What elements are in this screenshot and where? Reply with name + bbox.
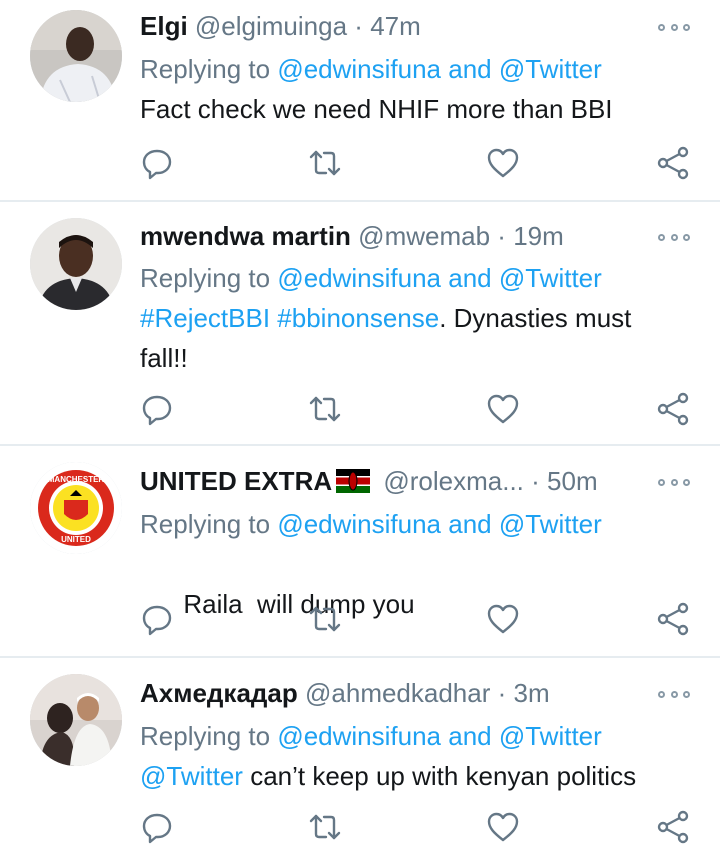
share-icon[interactable] bbox=[656, 602, 690, 636]
tweet-1[interactable]: Elgi @elgimuinga · 47m Replying to @edwi… bbox=[0, 0, 720, 200]
tweet-text: Fact check we need NHIF more than BBI bbox=[140, 89, 680, 129]
retweet-icon[interactable] bbox=[308, 602, 342, 636]
avatar-photo-icon bbox=[30, 218, 122, 310]
tweet-text: @Twitter can’t keep up with kenyan polit… bbox=[140, 756, 680, 796]
replies-feed: Elgi @elgimuinga · 47m Replying to @edwi… bbox=[0, 0, 720, 848]
reply-icon[interactable] bbox=[140, 392, 174, 426]
tweet-text-content: can’t keep up with kenyan politics bbox=[242, 761, 637, 791]
like-icon[interactable] bbox=[486, 602, 520, 636]
like-icon[interactable] bbox=[486, 810, 520, 844]
share-icon[interactable] bbox=[656, 392, 690, 426]
replying-to: Replying to @edwinsifuna and @Twitter bbox=[140, 258, 700, 298]
tweet-actions bbox=[140, 146, 700, 182]
share-icon[interactable] bbox=[656, 146, 690, 180]
replying-to-label: Replying to bbox=[140, 509, 278, 539]
kenya-flag-icon bbox=[336, 467, 371, 498]
timestamp[interactable]: 50m bbox=[547, 466, 598, 496]
tweet-3[interactable]: MANCHESTER UNITED UNITED EXTRA @rolexma.… bbox=[0, 446, 720, 656]
like-icon[interactable] bbox=[486, 146, 520, 180]
user-handle[interactable]: @rolexma... bbox=[383, 466, 524, 496]
more-icon[interactable] bbox=[658, 230, 690, 244]
replying-to: Replying to @edwinsifuna and @Twitter bbox=[140, 716, 700, 756]
replying-to-links[interactable]: @edwinsifuna and @Twitter bbox=[277, 721, 602, 751]
tweet-4[interactable]: Ахмедкадар @ahmedkadhar · 3m Replying to… bbox=[0, 658, 720, 848]
reply-icon[interactable] bbox=[140, 146, 174, 180]
replying-to-links[interactable]: @edwinsifuna and @Twitter bbox=[277, 263, 602, 293]
display-name[interactable]: Ахмедкадар bbox=[140, 678, 298, 708]
manchester-united-crest-icon: MANCHESTER UNITED bbox=[30, 462, 122, 554]
display-name[interactable]: Elgi bbox=[140, 11, 188, 41]
tweet-text: #RejectBBI #bbinonsense. Dynasties must … bbox=[140, 298, 680, 378]
avatar[interactable]: MANCHESTER UNITED bbox=[30, 462, 122, 554]
tweet-actions bbox=[140, 602, 700, 638]
retweet-icon[interactable] bbox=[308, 810, 342, 844]
replying-to-label: Replying to bbox=[140, 54, 278, 84]
replying-to-label: Replying to bbox=[140, 721, 278, 751]
avatar[interactable] bbox=[30, 10, 122, 102]
avatar[interactable] bbox=[30, 218, 122, 310]
timestamp[interactable]: 47m bbox=[370, 11, 421, 41]
crest-text-bottom: UNITED bbox=[61, 535, 91, 544]
separator-dot: · bbox=[531, 466, 540, 496]
share-icon[interactable] bbox=[656, 810, 690, 844]
retweet-icon[interactable] bbox=[308, 146, 342, 180]
replying-to: Replying to @edwinsifuna and @Twitter bbox=[140, 504, 700, 544]
like-icon[interactable] bbox=[486, 392, 520, 426]
display-name[interactable]: UNITED EXTRA bbox=[140, 466, 332, 496]
tweet-text-hashtags[interactable]: #RejectBBI #bbinonsense bbox=[140, 303, 439, 333]
user-handle[interactable]: @elgimuinga bbox=[195, 11, 347, 41]
timestamp[interactable]: 3m bbox=[514, 678, 550, 708]
replying-to-links[interactable]: @edwinsifuna and @Twitter bbox=[277, 54, 602, 84]
user-handle[interactable]: @mwemab bbox=[358, 221, 490, 251]
reply-icon[interactable] bbox=[140, 810, 174, 844]
more-icon[interactable] bbox=[658, 475, 690, 489]
avatar-photo-icon bbox=[30, 10, 122, 102]
avatar-photo-icon bbox=[30, 674, 122, 766]
separator-dot: · bbox=[497, 221, 506, 251]
timestamp[interactable]: 19m bbox=[513, 221, 564, 251]
tweet-actions bbox=[140, 810, 700, 846]
reply-icon[interactable] bbox=[140, 602, 174, 636]
separator-dot: · bbox=[354, 11, 363, 41]
replying-to-label: Replying to bbox=[140, 263, 278, 293]
avatar[interactable] bbox=[30, 674, 122, 766]
retweet-icon[interactable] bbox=[308, 392, 342, 426]
crest-text-top: MANCHESTER bbox=[48, 475, 105, 484]
tweet-actions bbox=[140, 392, 700, 428]
replying-to: Replying to @edwinsifuna and @Twitter bbox=[140, 49, 700, 89]
separator-dot: · bbox=[497, 678, 507, 708]
tweet-text-content: Fact check we need NHIF more than BBI bbox=[140, 94, 613, 124]
more-icon[interactable] bbox=[658, 687, 690, 701]
more-icon[interactable] bbox=[658, 20, 690, 34]
tweet-text-mention[interactable]: @Twitter bbox=[140, 761, 243, 791]
user-handle[interactable]: @ahmedkadhar bbox=[305, 678, 490, 708]
display-name[interactable]: mwendwa martin bbox=[140, 221, 351, 251]
replying-to-links[interactable]: @edwinsifuna and @Twitter bbox=[277, 509, 602, 539]
tweet-2[interactable]: mwendwa martin @mwemab · 19m Replying to… bbox=[0, 202, 720, 444]
